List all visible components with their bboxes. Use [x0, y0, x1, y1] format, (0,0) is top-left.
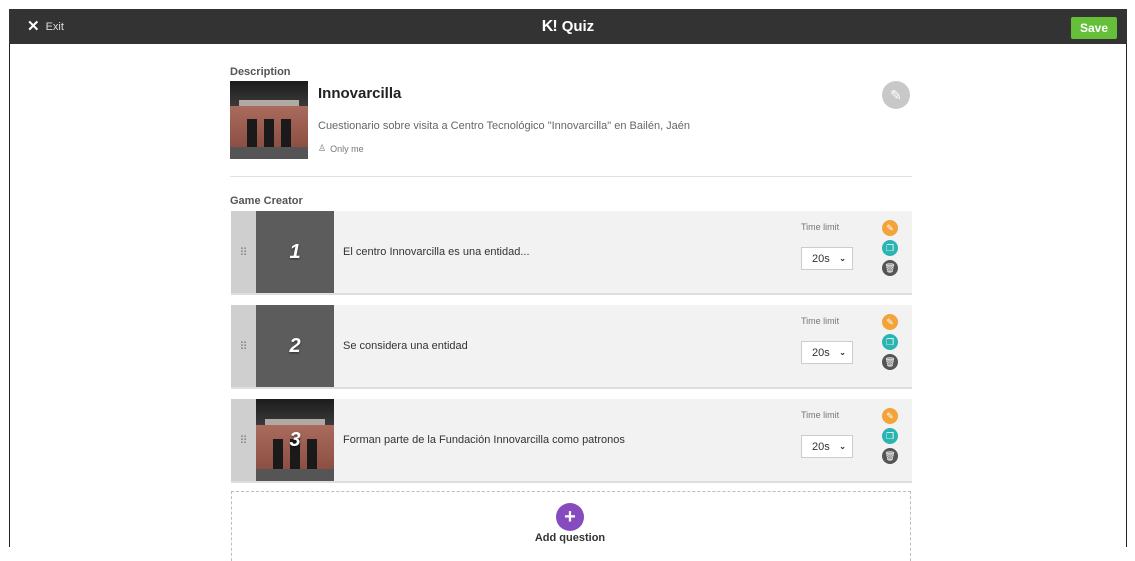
delete-question-button[interactable]: 🗑 — [882, 260, 898, 276]
duplicate-question-button[interactable]: ❐ — [882, 334, 898, 350]
edit-question-button[interactable]: ✎ — [882, 220, 898, 236]
time-limit-value: 20s — [812, 252, 830, 265]
drag-handle-icon[interactable]: ⠿ — [231, 211, 256, 293]
pencil-icon: ✎ — [890, 86, 902, 103]
drag-handle-icon[interactable]: ⠿ — [231, 399, 256, 481]
question-thumbnail: 1 — [256, 211, 334, 293]
question-number: 3 — [289, 428, 301, 451]
chevron-down-icon: ⌄ — [839, 254, 846, 263]
duplicate-question-button[interactable]: ❐ — [882, 240, 898, 256]
duplicate-icon: ❐ — [885, 336, 895, 347]
pencil-icon: ✎ — [886, 222, 894, 233]
visibility-indicator: ♙ Only me — [318, 143, 364, 154]
delete-question-button[interactable]: 🗑 — [882, 448, 898, 464]
time-limit-label: Time limit — [801, 222, 840, 232]
question-card[interactable]: ⠿ 2 Se considera una entidad Time limit … — [231, 305, 912, 389]
edit-question-button[interactable]: ✎ — [882, 408, 898, 424]
trash-icon: 🗑 — [884, 356, 896, 367]
duplicate-icon: ❐ — [885, 430, 895, 441]
question-number: 2 — [289, 334, 301, 357]
edit-description-button[interactable]: ✎ — [882, 81, 910, 109]
quiz-title: Innovarcilla — [318, 85, 402, 102]
time-limit-value: 20s — [812, 440, 830, 453]
time-limit-label: Time limit — [801, 316, 840, 326]
top-bar: ✕ Exit K! Quiz Save — [9, 9, 1127, 44]
question-text: Se considera una entidad — [343, 340, 468, 352]
duplicate-question-button[interactable]: ❐ — [882, 428, 898, 444]
add-question-button[interactable]: + — [556, 503, 584, 531]
chevron-down-icon: ⌄ — [839, 348, 846, 357]
trash-icon: 🗑 — [884, 450, 896, 461]
time-limit-select[interactable]: 20s ⌄ — [801, 341, 853, 364]
exit-button[interactable]: ✕ Exit — [27, 9, 64, 44]
question-number: 1 — [289, 240, 301, 263]
add-question-label[interactable]: Add question — [500, 532, 640, 544]
quiz-description: Cuestionario sobre visita a Centro Tecno… — [318, 120, 691, 132]
question-thumbnail: 2 — [256, 305, 334, 387]
pencil-icon: ✎ — [886, 410, 894, 421]
question-actions: ✎ ❐ 🗑 — [882, 220, 900, 280]
question-image: 3 — [256, 399, 334, 481]
trash-icon: 🗑 — [884, 262, 896, 273]
question-card[interactable]: ⠿ 1 El centro Innovarcilla es una entida… — [231, 211, 912, 295]
person-icon: ♙ — [318, 143, 327, 153]
duplicate-icon: ❐ — [885, 242, 895, 253]
plus-icon: + — [564, 505, 576, 528]
game-creator-label: Game Creator — [230, 195, 303, 207]
frame-right-border — [1126, 44, 1127, 547]
brand: K! Quiz — [9, 9, 1127, 44]
exit-label: Exit — [45, 20, 64, 33]
save-button[interactable]: Save — [1071, 17, 1117, 39]
question-card[interactable]: ⠿ 3 Forman parte de la Fundación Innovar… — [231, 399, 912, 483]
time-limit-select[interactable]: 20s ⌄ — [801, 247, 853, 270]
quiz-cover-image[interactable] — [230, 81, 308, 159]
description-label: Description — [230, 66, 291, 78]
frame-left-border — [9, 44, 10, 547]
chevron-down-icon: ⌄ — [839, 442, 846, 451]
time-limit-label: Time limit — [801, 410, 840, 420]
time-limit-value: 20s — [812, 346, 830, 359]
question-actions: ✎ ❐ 🗑 — [882, 408, 900, 468]
delete-question-button[interactable]: 🗑 — [882, 354, 898, 370]
question-actions: ✎ ❐ 🗑 — [882, 314, 900, 374]
pencil-icon: ✎ — [886, 316, 894, 327]
drag-handle-icon[interactable]: ⠿ — [231, 305, 256, 387]
kahoot-logo: K! — [541, 17, 558, 35]
question-text: Forman parte de la Fundación Innovarcill… — [343, 434, 625, 446]
section-divider — [230, 176, 912, 177]
edit-question-button[interactable]: ✎ — [882, 314, 898, 330]
time-limit-select[interactable]: 20s ⌄ — [801, 435, 853, 458]
visibility-label: Only me — [330, 143, 364, 154]
question-text: El centro Innovarcilla es una entidad... — [343, 246, 530, 258]
close-icon: ✕ — [27, 18, 40, 35]
brand-title: Quiz — [561, 18, 595, 35]
